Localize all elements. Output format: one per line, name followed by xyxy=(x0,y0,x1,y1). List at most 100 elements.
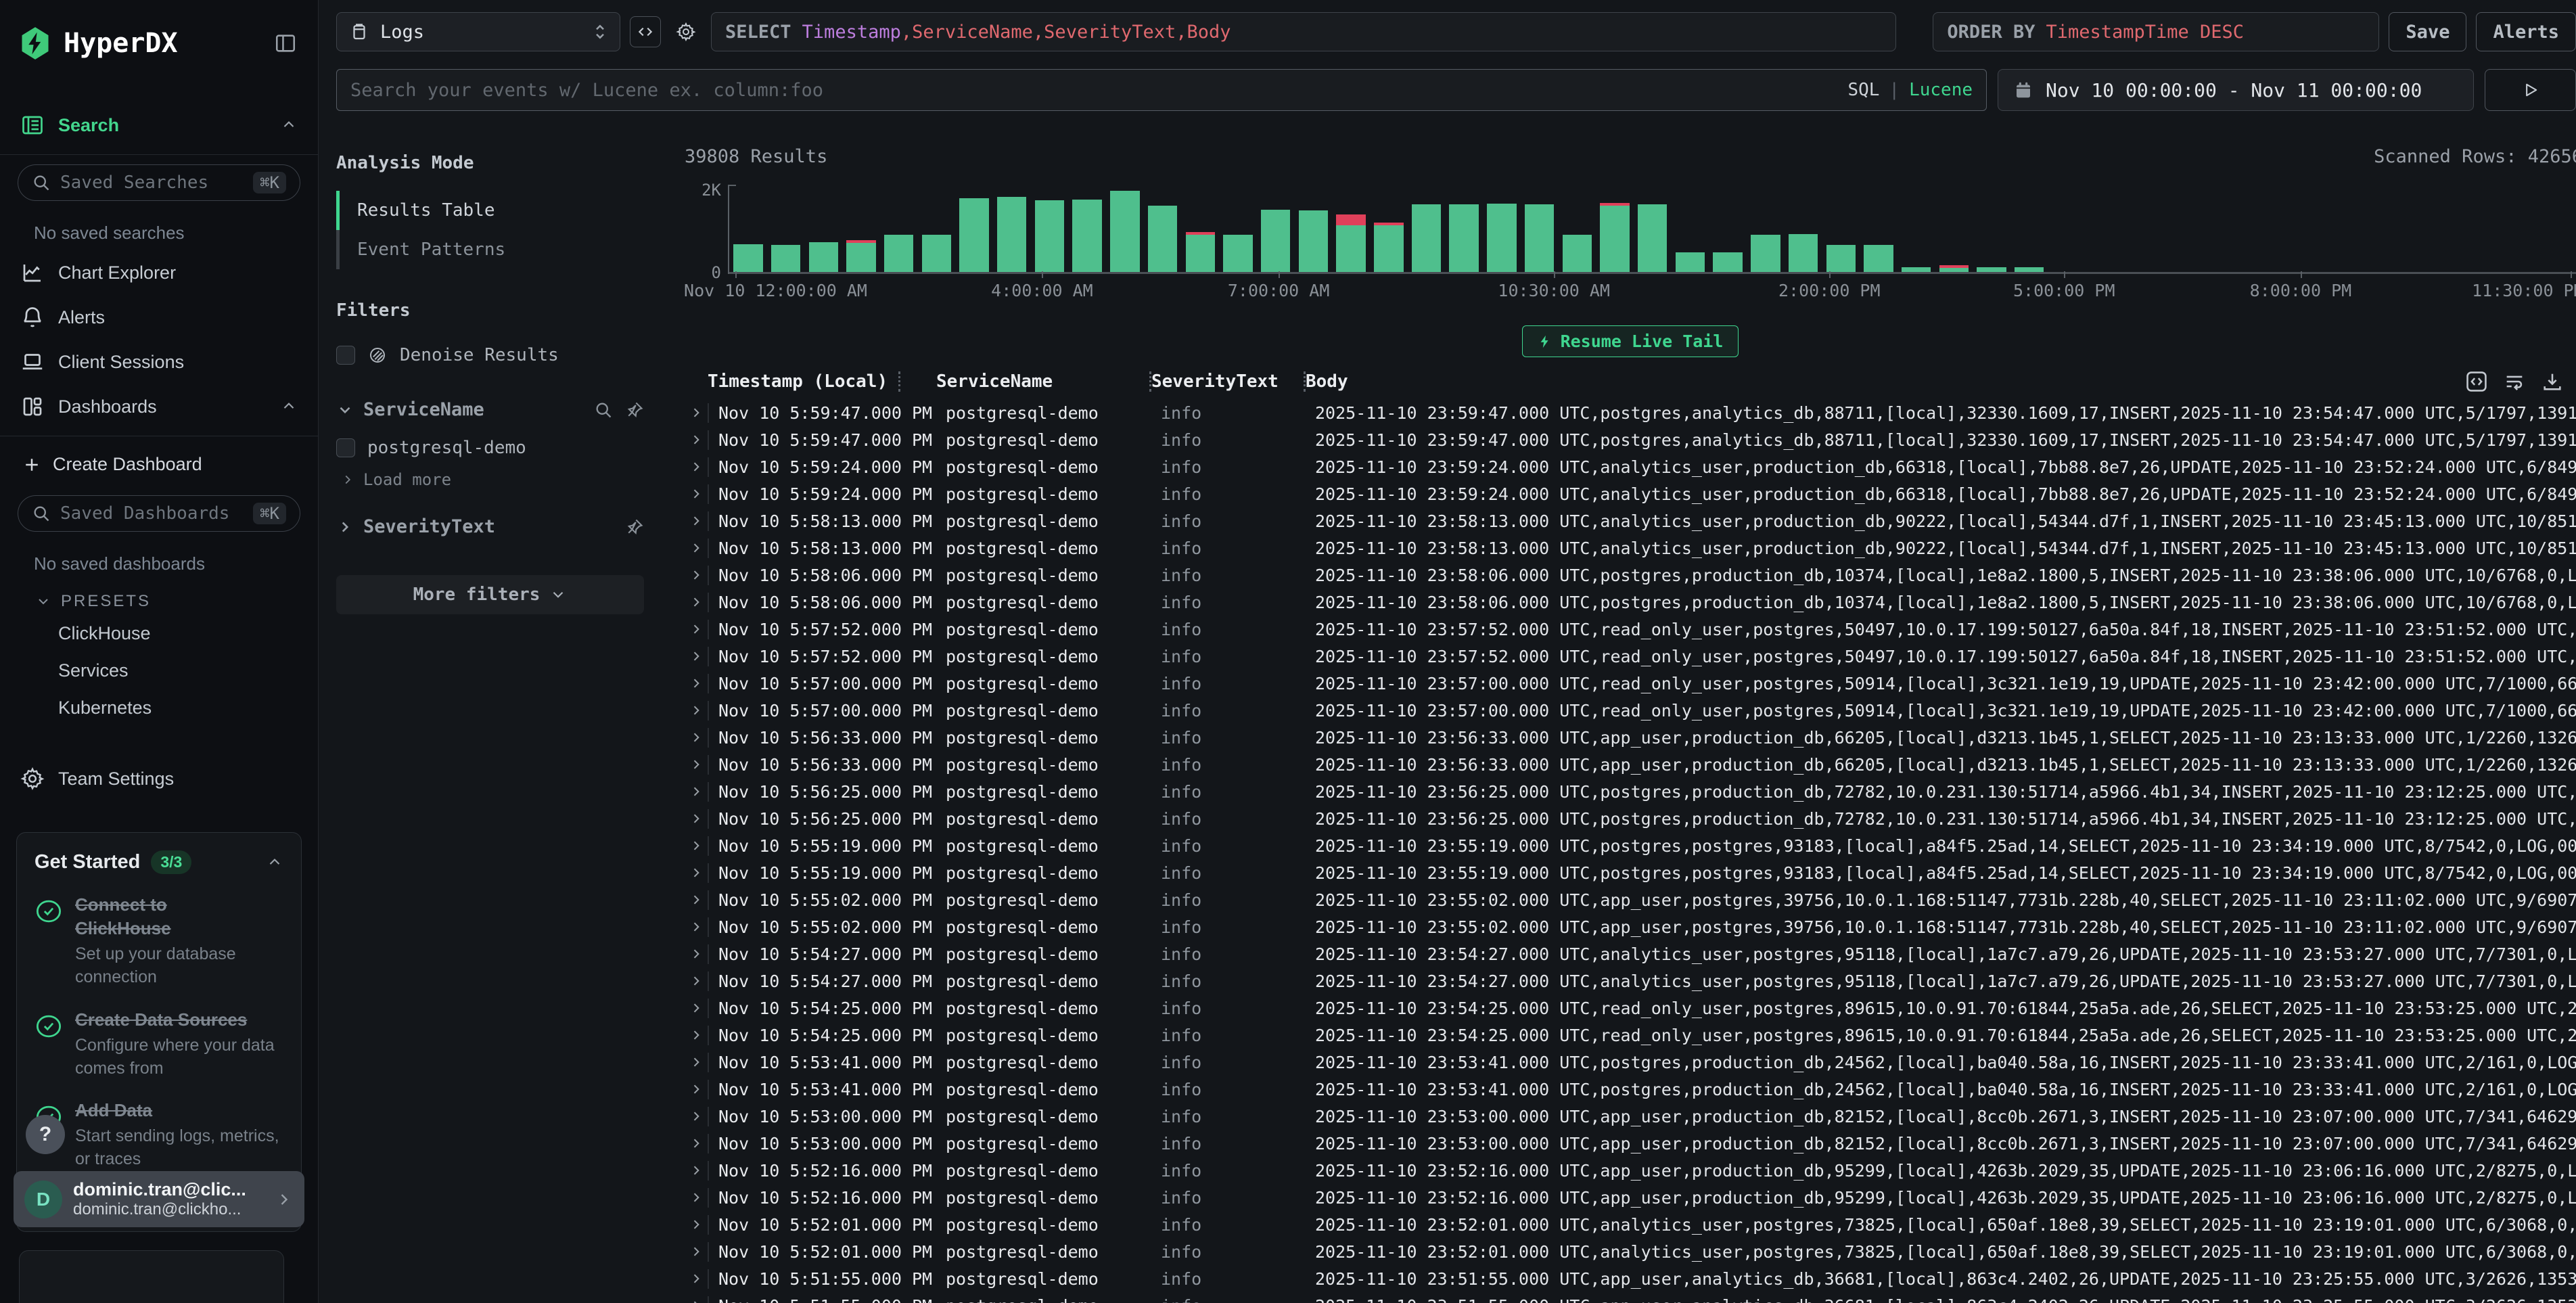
more-filters-button[interactable]: More filters xyxy=(336,575,644,614)
row-expand-icon[interactable] xyxy=(685,1272,708,1285)
table-row[interactable]: Nov 10 5:57:00.000 PMpostgresql-demoinfo… xyxy=(685,670,2576,697)
table-row[interactable]: Nov 10 5:53:41.000 PMpostgresql-demoinfo… xyxy=(685,1049,2576,1076)
table-row[interactable]: Nov 10 5:56:33.000 PMpostgresql-demoinfo… xyxy=(685,724,2576,751)
histogram-bar[interactable] xyxy=(2274,185,2312,274)
save-button[interactable]: Save xyxy=(2389,12,2466,51)
table-row[interactable]: Nov 10 5:52:16.000 PMpostgresql-demoinfo… xyxy=(685,1157,2576,1184)
histogram-bar[interactable] xyxy=(2236,185,2274,274)
histogram-bar[interactable] xyxy=(1144,185,1182,274)
facet-option-postgresql-demo[interactable]: postgresql-demo xyxy=(336,431,644,465)
sidebar-item-client-sessions[interactable]: Client Sessions xyxy=(15,340,303,384)
row-expand-icon[interactable] xyxy=(685,487,708,501)
sidebar-item-dashboards[interactable]: Dashboards xyxy=(15,384,303,429)
histogram-bar[interactable] xyxy=(1558,185,1596,274)
table-row[interactable]: Nov 10 5:56:25.000 PMpostgresql-demoinfo… xyxy=(685,805,2576,832)
mode-results-table[interactable]: Results Table xyxy=(336,191,644,230)
row-expand-icon[interactable] xyxy=(685,649,708,663)
table-row[interactable]: Nov 10 5:59:47.000 PMpostgresql-demoinfo… xyxy=(685,426,2576,453)
histogram-bar[interactable] xyxy=(2462,185,2500,274)
histogram-bar[interactable] xyxy=(1295,185,1333,274)
facet-servicename-header[interactable]: ServiceName xyxy=(336,399,644,420)
denoise-checkbox[interactable] xyxy=(336,346,355,365)
table-row[interactable]: Nov 10 5:59:24.000 PMpostgresql-demoinfo… xyxy=(685,480,2576,507)
histogram-bar[interactable] xyxy=(2312,185,2350,274)
histogram-bar[interactable] xyxy=(1521,185,1559,274)
row-expand-icon[interactable] xyxy=(685,677,708,690)
saved-searches-input[interactable]: Saved Searches ⌘K xyxy=(18,164,300,201)
table-row[interactable]: Nov 10 5:51:55.000 PMpostgresql-demoinfo… xyxy=(685,1265,2576,1292)
row-expand-icon[interactable] xyxy=(685,568,708,582)
orderby-input[interactable]: ORDER BY TimestampTime DESC xyxy=(1933,12,2379,51)
get-started-header[interactable]: Get Started 3/3 xyxy=(33,848,285,884)
table-row[interactable]: Nov 10 5:56:25.000 PMpostgresql-demoinfo… xyxy=(685,778,2576,805)
histogram-bar[interactable] xyxy=(2123,185,2161,274)
get-started-step[interactable]: Create Data Sources Configure where your… xyxy=(33,999,285,1090)
facet-severitytext-header[interactable]: SeverityText xyxy=(336,516,644,537)
alerts-button[interactable]: Alerts xyxy=(2476,12,2576,51)
table-row[interactable]: Nov 10 5:54:25.000 PMpostgresql-demoinfo… xyxy=(685,1022,2576,1049)
row-expand-icon[interactable] xyxy=(685,731,708,744)
search-input[interactable]: Search your events w/ Lucene ex. column:… xyxy=(336,69,1987,111)
row-expand-icon[interactable] xyxy=(685,947,708,961)
column-header-severitytext[interactable]: SeverityText xyxy=(1151,371,1306,392)
column-resize-handle[interactable] xyxy=(898,371,900,392)
histogram-bar[interactable] xyxy=(1483,185,1521,274)
sidebar-item-team-settings[interactable]: Team Settings xyxy=(15,756,303,801)
table-row[interactable]: Nov 10 5:58:06.000 PMpostgresql-demoinfo… xyxy=(685,589,2576,616)
row-expand-icon[interactable] xyxy=(685,866,708,879)
table-row[interactable]: Nov 10 5:53:41.000 PMpostgresql-demoinfo… xyxy=(685,1076,2576,1103)
facet-search-icon[interactable] xyxy=(594,401,613,419)
table-row[interactable]: Nov 10 5:55:02.000 PMpostgresql-demoinfo… xyxy=(685,913,2576,940)
row-expand-icon[interactable] xyxy=(685,622,708,636)
histogram-bar[interactable] xyxy=(2199,185,2236,274)
denoise-results-toggle[interactable]: Denoise Results xyxy=(336,338,644,372)
sidebar-item-search[interactable]: Search xyxy=(15,103,303,147)
mode-event-patterns[interactable]: Event Patterns xyxy=(336,230,644,269)
row-expand-icon[interactable] xyxy=(685,595,708,609)
row-expand-icon[interactable] xyxy=(685,1191,708,1204)
table-row[interactable]: Nov 10 5:54:27.000 PMpostgresql-demoinfo… xyxy=(685,967,2576,995)
histogram-bar[interactable] xyxy=(1898,185,1935,274)
histogram-plot[interactable] xyxy=(728,185,2576,274)
table-row[interactable]: Nov 10 5:55:19.000 PMpostgresql-demoinfo… xyxy=(685,832,2576,859)
run-search-button[interactable] xyxy=(2485,69,2576,111)
pin-icon[interactable] xyxy=(625,401,644,419)
row-expand-icon[interactable] xyxy=(685,460,708,474)
events-histogram[interactable]: 2K 0 xyxy=(685,185,2576,274)
table-row[interactable]: Nov 10 5:52:01.000 PMpostgresql-demoinfo… xyxy=(685,1238,2576,1265)
lucene-mode-option[interactable]: Lucene xyxy=(1909,80,1973,100)
row-expand-icon[interactable] xyxy=(685,1110,708,1123)
get-started-step[interactable]: Connect to ClickHouse Set up your databa… xyxy=(33,884,285,999)
user-menu[interactable]: D dominic.tran@clic... dominic.tran@clic… xyxy=(14,1171,304,1227)
histogram-bar[interactable] xyxy=(2425,185,2463,274)
resume-live-tail-button[interactable]: Resume Live Tail xyxy=(1522,325,1739,357)
table-row[interactable]: Nov 10 5:52:01.000 PMpostgresql-demoinfo… xyxy=(685,1211,2576,1238)
histogram-bar[interactable] xyxy=(1219,185,1257,274)
histogram-bar[interactable] xyxy=(1747,185,1785,274)
row-expand-icon[interactable] xyxy=(685,1299,708,1303)
row-expand-icon[interactable] xyxy=(685,1164,708,1177)
histogram-bar[interactable] xyxy=(1257,185,1295,274)
table-row[interactable]: Nov 10 5:56:33.000 PMpostgresql-demoinfo… xyxy=(685,751,2576,778)
get-started-step[interactable]: Add Data Start sending logs, metrics, or… xyxy=(33,1089,285,1181)
source-settings-button[interactable] xyxy=(670,16,702,47)
row-expand-icon[interactable] xyxy=(685,1137,708,1150)
histogram-bar[interactable] xyxy=(2086,185,2123,274)
table-row[interactable]: Nov 10 5:58:13.000 PMpostgresql-demoinfo… xyxy=(685,534,2576,562)
histogram-bar[interactable] xyxy=(1408,185,1446,274)
histogram-bar[interactable] xyxy=(1860,185,1898,274)
row-expand-icon[interactable] xyxy=(685,406,708,419)
histogram-bar[interactable] xyxy=(1181,185,1219,274)
histogram-bar[interactable] xyxy=(1935,185,1973,274)
histogram-bar[interactable] xyxy=(1672,185,1709,274)
histogram-bar[interactable] xyxy=(1068,185,1106,274)
histogram-bar[interactable] xyxy=(842,185,880,274)
histogram-bar[interactable] xyxy=(1106,185,1144,274)
saved-dashboards-input[interactable]: Saved Dashboards ⌘K xyxy=(18,495,300,532)
help-button[interactable]: ? xyxy=(26,1115,65,1154)
histogram-bar[interactable] xyxy=(955,185,993,274)
source-select[interactable]: Logs xyxy=(336,12,620,51)
row-expand-icon[interactable] xyxy=(685,1082,708,1096)
histogram-bar[interactable] xyxy=(2538,185,2576,274)
row-expand-icon[interactable] xyxy=(685,1055,708,1069)
